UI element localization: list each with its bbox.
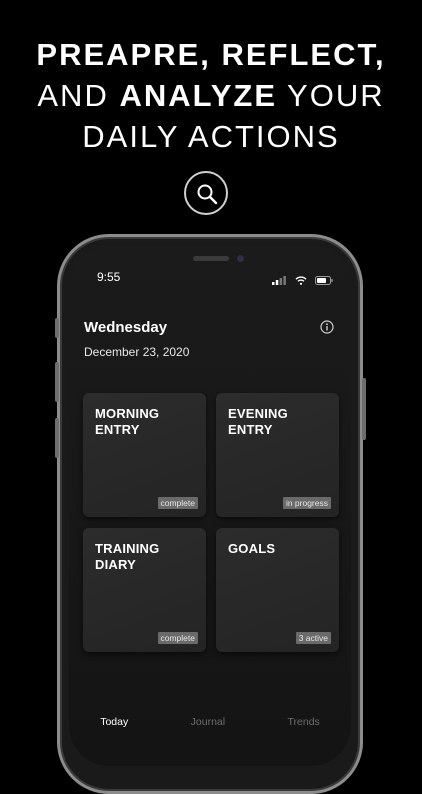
phone-volume-up <box>55 362 59 402</box>
card-title: MORNING ENTRY <box>95 406 160 437</box>
search-icon <box>197 184 218 205</box>
marketing-headline: PREAPRE, REFLECT, AND ANALYZE YOUR DAILY… <box>0 34 422 157</box>
tab-trends[interactable]: Trends <box>288 716 320 728</box>
tab-journal[interactable]: Journal <box>191 716 225 728</box>
card-evening-entry[interactable]: EVENING ENTRY in progress <box>216 393 339 517</box>
card-goals[interactable]: GOALS 3 active <box>216 528 339 652</box>
tab-bar: Today Journal Trends <box>69 716 351 728</box>
signal-icon <box>272 276 286 286</box>
card-title: EVENING ENTRY <box>228 406 288 437</box>
phone-screen: 9:55 Wednesday December 23, 2020 MORNING… <box>69 246 351 766</box>
day-title: Wednesday <box>84 319 168 336</box>
card-training-diary[interactable]: TRAINING DIARY complete <box>83 528 206 652</box>
phone-power-button <box>362 378 366 440</box>
info-icon[interactable] <box>320 320 334 334</box>
phone-mute-switch <box>55 318 59 338</box>
card-morning-entry[interactable]: MORNING ENTRY complete <box>83 393 206 517</box>
headline-line-2: AND ANALYZE YOUR <box>37 78 385 113</box>
tab-today[interactable]: Today <box>100 716 128 728</box>
card-title: TRAINING DIARY <box>95 541 160 572</box>
phone-volume-down <box>55 418 59 458</box>
status-time: 9:55 <box>97 270 121 284</box>
headline-line-1: PREAPRE, REFLECT, <box>36 37 386 72</box>
wifi-icon <box>295 276 307 286</box>
battery-icon <box>315 276 333 286</box>
phone-speaker <box>193 256 229 261</box>
search-icon-badge <box>184 171 228 215</box>
headline-line-3: DAILY ACTIONS <box>82 119 340 154</box>
card-title: GOALS <box>228 541 276 556</box>
status-icons <box>268 272 333 286</box>
date-text: December 23, 2020 <box>84 345 190 359</box>
status-badge: complete <box>157 497 198 509</box>
status-badge: 3 active <box>295 632 331 644</box>
status-badge: in progress <box>282 497 331 509</box>
status-badge: complete <box>157 632 198 644</box>
phone-camera <box>237 255 244 262</box>
